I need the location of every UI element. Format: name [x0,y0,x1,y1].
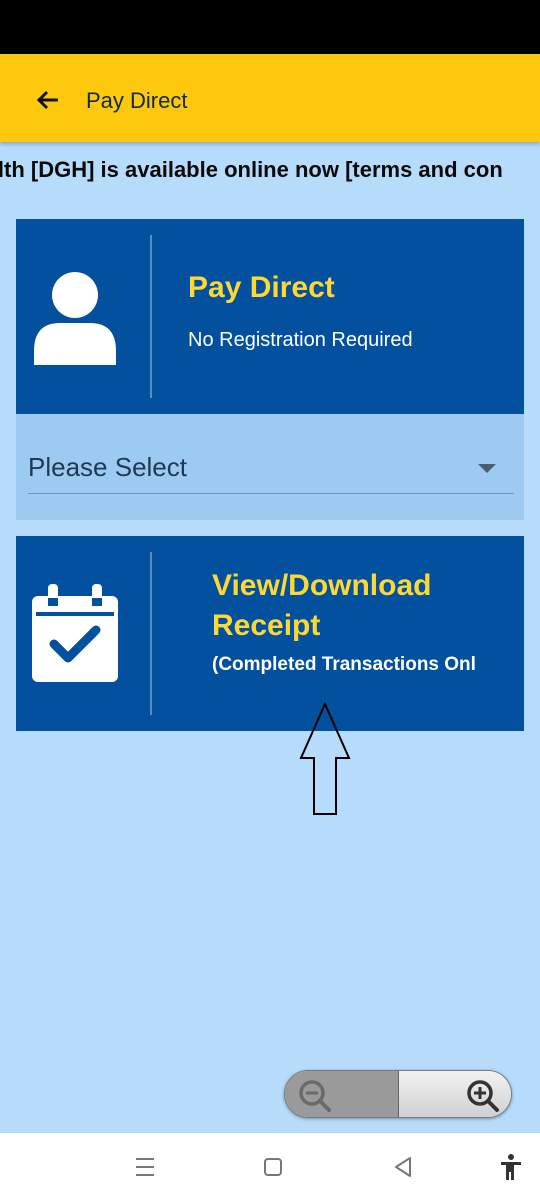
app-bar: Pay Direct [0,54,540,142]
calendar-check-icon [32,584,118,682]
zoom-in-icon [467,1080,499,1112]
zoom-in-button[interactable] [398,1071,511,1117]
nav-home-button[interactable] [258,1153,288,1181]
card-divider [150,552,152,715]
marquee-text: health [DGH] is available online now [te… [0,157,503,182]
page-title: Pay Direct [86,88,188,113]
zoom-out-button[interactable] [285,1071,398,1117]
up-arrow-annotation [299,702,351,815]
zoom-out-icon [299,1080,331,1112]
view-download-receipt-card[interactable]: View/Download Receipt (Completed Transac… [16,536,524,731]
pay-direct-title: Pay Direct [188,271,335,304]
user-icon [34,272,116,365]
back-button[interactable] [30,82,66,118]
nav-menu-button[interactable] [130,1153,160,1181]
select-value: Please Select [28,452,187,482]
status-bar [0,0,540,54]
receipt-title: View/Download Receipt [212,569,432,642]
back-icon [395,1157,411,1177]
accessibility-icon [501,1154,521,1180]
zoom-control [284,1070,512,1118]
service-select[interactable]: Please Select [28,448,514,494]
select-panel: Please Select [16,414,524,520]
card-divider [150,235,152,398]
system-nav-bar [0,1133,540,1200]
pay-direct-card[interactable]: Pay Direct No Registration Required [16,219,524,414]
menu-icon [136,1158,154,1176]
nav-accessibility-button[interactable] [496,1153,526,1181]
receipt-subtitle: (Completed Transactions Onl [212,654,476,675]
chevron-down-icon [478,464,496,473]
arrow-left-icon [36,90,58,110]
home-icon [264,1158,282,1176]
pay-direct-subtitle: No Registration Required [188,329,413,351]
announcement-marquee: health [DGH] is available online now [te… [0,152,540,192]
nav-back-button[interactable] [388,1153,418,1181]
